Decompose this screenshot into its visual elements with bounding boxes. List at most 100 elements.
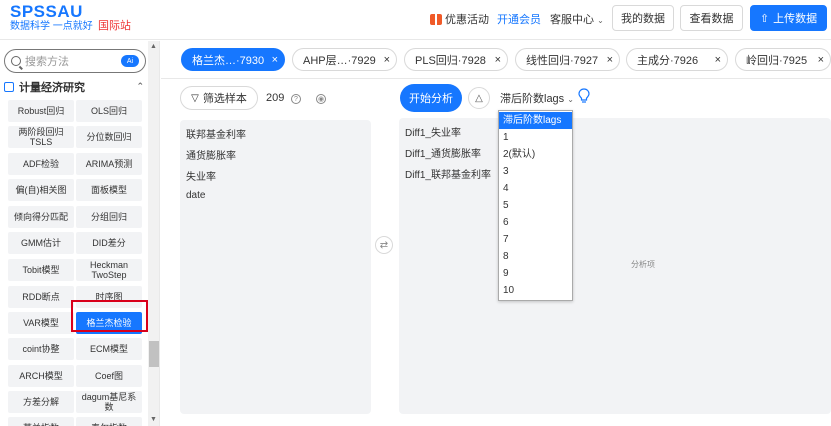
- customer-service-menu[interactable]: 客服中心 ⌄: [550, 11, 604, 27]
- analysis-tab[interactable]: AHP层…·7929 ×: [292, 48, 397, 71]
- lag-option[interactable]: 2(默认): [499, 146, 572, 163]
- start-analysis-button[interactable]: 开始分析: [400, 84, 462, 112]
- method-button[interactable]: Coef图: [76, 365, 142, 387]
- method-button[interactable]: 分组回归: [76, 206, 142, 228]
- close-icon[interactable]: ×: [715, 54, 721, 66]
- filter-sample-button[interactable]: ▽ 筛选样本: [180, 86, 258, 110]
- variable-item[interactable]: date: [186, 190, 205, 201]
- promo-link[interactable]: 优惠活动: [430, 11, 489, 27]
- vip-link[interactable]: 开通会员: [497, 11, 541, 27]
- category-icon: [4, 82, 14, 92]
- method-button[interactable]: 方差分解: [8, 391, 74, 413]
- method-button[interactable]: OLS回归: [76, 100, 142, 122]
- method-sidebar: 搜索方法 Ai 计量经济研究 ⌃ Robust回归 OLS回归 两阶段回归 TSLS…: [0, 41, 160, 426]
- lag-option[interactable]: 9: [499, 265, 572, 282]
- lightbulb-icon[interactable]: [578, 88, 590, 104]
- method-button[interactable]: Heckman TwoStep: [76, 259, 142, 281]
- chevron-down-icon: ⌄: [597, 16, 604, 25]
- search-placeholder: 搜索方法: [25, 56, 69, 68]
- method-button[interactable]: Robust回归: [8, 100, 74, 122]
- logo-slogan: 数据科学 一点就好: [10, 21, 93, 32]
- method-button[interactable]: dagum基尼系 数: [76, 391, 142, 413]
- upload-icon: ⇧: [759, 12, 770, 25]
- scroll-thumb[interactable]: [149, 341, 159, 367]
- ai-badge[interactable]: Ai: [121, 55, 139, 67]
- method-button[interactable]: 倾向得分匹配: [8, 206, 74, 228]
- close-icon[interactable]: ×: [272, 54, 278, 66]
- lag-option[interactable]: 1: [499, 129, 572, 146]
- method-button[interactable]: ADF检验: [8, 153, 74, 175]
- lag-option[interactable]: 7: [499, 231, 572, 248]
- sidebar-scrollbar[interactable]: ▲ ▼: [148, 41, 159, 426]
- top-header: SPSSAU 数据科学 一点就好 国际站 优惠活动 开通会员 客服中心 ⌄ 我的…: [0, 0, 831, 40]
- variable-item[interactable]: 联邦基金利率: [186, 126, 246, 141]
- analysis-tab[interactable]: PLS回归·7928 ×: [404, 48, 508, 71]
- analysis-tab[interactable]: 岭回归·7925 ×: [735, 48, 831, 71]
- promo-label: 优惠活动: [445, 14, 489, 26]
- lag-select-value: 滞后阶数lags: [500, 93, 565, 105]
- tab-label: AHP层…·7929: [303, 54, 376, 67]
- selected-method-highlight: [71, 300, 148, 332]
- method-button[interactable]: coint协整: [8, 338, 74, 360]
- logo[interactable]: SPSSAU 数据科学 一点就好: [10, 3, 93, 33]
- close-icon[interactable]: ×: [495, 54, 501, 66]
- sample-count: 209: [266, 92, 285, 104]
- analysis-tab[interactable]: 主成分·7926 ×: [626, 48, 728, 71]
- help-icon[interactable]: ?: [291, 94, 301, 104]
- intl-link[interactable]: 国际站: [98, 17, 131, 33]
- method-button[interactable]: VAR模型: [8, 312, 74, 334]
- lag-option[interactable]: 10: [499, 282, 572, 299]
- view-data-button[interactable]: 查看数据: [680, 5, 743, 31]
- tab-label: 主成分·7926: [637, 54, 699, 67]
- my-data-button[interactable]: 我的数据: [612, 5, 674, 31]
- lag-option[interactable]: 4: [499, 180, 572, 197]
- lag-option[interactable]: 6: [499, 214, 572, 231]
- method-button[interactable]: ARIMA预测: [76, 153, 142, 175]
- upload-label: 上传数据: [773, 13, 818, 25]
- customer-service-label: 客服中心: [550, 14, 594, 26]
- method-button[interactable]: 偏(自)相关图: [8, 179, 74, 201]
- flask-icon[interactable]: △: [468, 87, 490, 109]
- lag-dropdown: 滞后阶数lags 1 2(默认) 3 4 5 6 7 8 9 10: [498, 110, 573, 301]
- swap-icon[interactable]: ⇄: [375, 236, 393, 254]
- method-button[interactable]: GMM估计: [8, 232, 74, 254]
- method-button[interactable]: 莫兰指数: [8, 417, 74, 426]
- search-icon: [11, 56, 21, 66]
- variable-item[interactable]: 失业率: [186, 168, 216, 183]
- close-icon[interactable]: ×: [607, 54, 613, 66]
- method-button[interactable]: 分位数回归: [76, 126, 142, 148]
- lag-option[interactable]: 滞后阶数lags: [499, 112, 572, 129]
- analysis-tab[interactable]: 格兰杰…·7930 ×: [181, 48, 285, 71]
- close-icon[interactable]: ×: [384, 54, 390, 66]
- scroll-up-icon[interactable]: ▲: [150, 43, 157, 50]
- variable-list: 联邦基金利率 通货膨胀率 失业率 date: [180, 120, 371, 414]
- method-button[interactable]: ARCH模型: [8, 365, 74, 387]
- close-icon[interactable]: ×: [818, 54, 824, 66]
- upload-data-button[interactable]: ⇧ 上传数据: [750, 5, 827, 31]
- logo-name: SPSSAU: [10, 2, 83, 21]
- method-button[interactable]: 面板模型: [76, 179, 142, 201]
- analysis-variable[interactable]: Diff1_通货膨胀率: [405, 145, 481, 160]
- method-button[interactable]: RDD断点: [8, 286, 74, 308]
- filter-icon: ▽: [191, 92, 199, 104]
- analysis-panel: Diff1_失业率 Diff1_通货膨胀率 Diff1_联邦基金利率 分析项: [399, 118, 831, 414]
- variable-item[interactable]: 通货膨胀率: [186, 147, 236, 162]
- analysis-variable[interactable]: Diff1_失业率: [405, 124, 461, 139]
- search-input[interactable]: 搜索方法 Ai: [4, 49, 146, 73]
- lag-option[interactable]: 5: [499, 197, 572, 214]
- scroll-down-icon[interactable]: ▼: [150, 416, 157, 423]
- category-label: 计量经济研究: [19, 82, 85, 94]
- analysis-variable[interactable]: Diff1_联邦基金利率: [405, 166, 491, 181]
- tab-label: 岭回归·7925: [746, 54, 808, 67]
- method-button[interactable]: 两阶段回归 TSLS: [8, 126, 74, 148]
- analysis-tab[interactable]: 线性回归·7927 ×: [515, 48, 620, 71]
- category-header[interactable]: 计量经济研究 ⌃: [4, 79, 146, 95]
- settings-icon[interactable]: ◉: [316, 94, 326, 104]
- method-button[interactable]: DID差分: [76, 232, 142, 254]
- method-button[interactable]: 泰尔指数: [76, 417, 142, 426]
- lag-select[interactable]: 滞后阶数lags ⌄: [500, 90, 574, 106]
- lag-option[interactable]: 8: [499, 248, 572, 265]
- method-button[interactable]: ECM模型: [76, 338, 142, 360]
- lag-option[interactable]: 3: [499, 163, 572, 180]
- method-button[interactable]: Tobit模型: [8, 259, 74, 281]
